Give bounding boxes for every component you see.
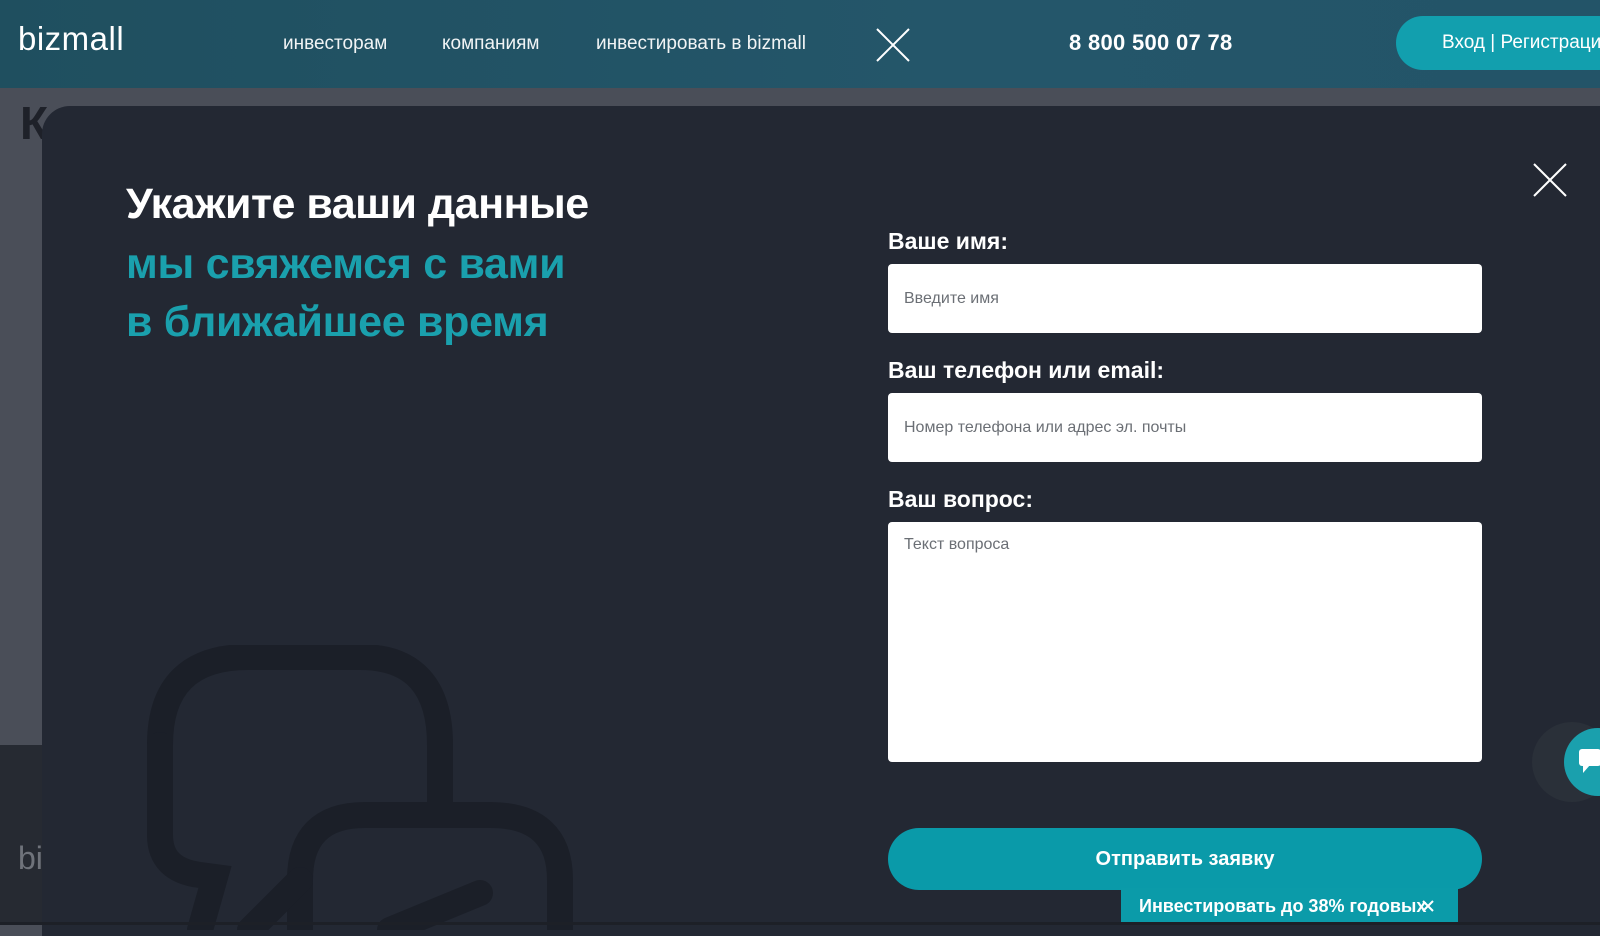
submit-button[interactable]: Отправить заявку <box>888 828 1482 890</box>
background-footer <box>0 745 42 925</box>
submit-button-label: Отправить заявку <box>1095 847 1275 870</box>
modal-subtitle-line1: мы свяжемся с вами <box>126 240 566 288</box>
close-icon[interactable] <box>1420 898 1436 914</box>
question-label: Ваш вопрос: <box>888 486 1033 512</box>
question-textarea[interactable] <box>888 522 1482 762</box>
site-header: bizmall инвесторам компаниям инвестирова… <box>0 0 1600 88</box>
close-icon[interactable] <box>874 26 912 64</box>
nav-link-companies[interactable]: компаниям <box>442 33 539 55</box>
modal-title: Укажите ваши данные <box>126 180 589 228</box>
close-icon[interactable] <box>1532 162 1568 198</box>
name-label: Ваше имя: <box>888 228 1008 254</box>
contact-input[interactable] <box>888 393 1482 462</box>
chat-icon <box>1579 749 1600 773</box>
login-register-button[interactable]: Вход | Регистрация <box>1396 16 1600 70</box>
nav-link-investors[interactable]: инвесторам <box>283 33 387 55</box>
promo-text: Инвестировать до 38% годовых <box>1139 896 1427 916</box>
nav-link-invest-bizmall[interactable]: инвестировать в bizmall <box>596 33 806 55</box>
login-register-label: Вход | Регистрация <box>1442 32 1600 53</box>
promo-banner[interactable]: Инвестировать до 38% годовых <box>1121 888 1458 925</box>
logo[interactable]: bizmall <box>18 20 124 58</box>
modal-subtitle-line2: в ближайшее время <box>126 298 549 346</box>
contact-label: Ваш телефон или email: <box>888 357 1165 383</box>
name-input[interactable] <box>888 264 1482 333</box>
speech-bubbles-icon <box>147 645 573 930</box>
background-footer-logo-fragment: bi <box>18 840 43 876</box>
phone-number[interactable]: 8 800 500 07 78 <box>1069 30 1233 56</box>
